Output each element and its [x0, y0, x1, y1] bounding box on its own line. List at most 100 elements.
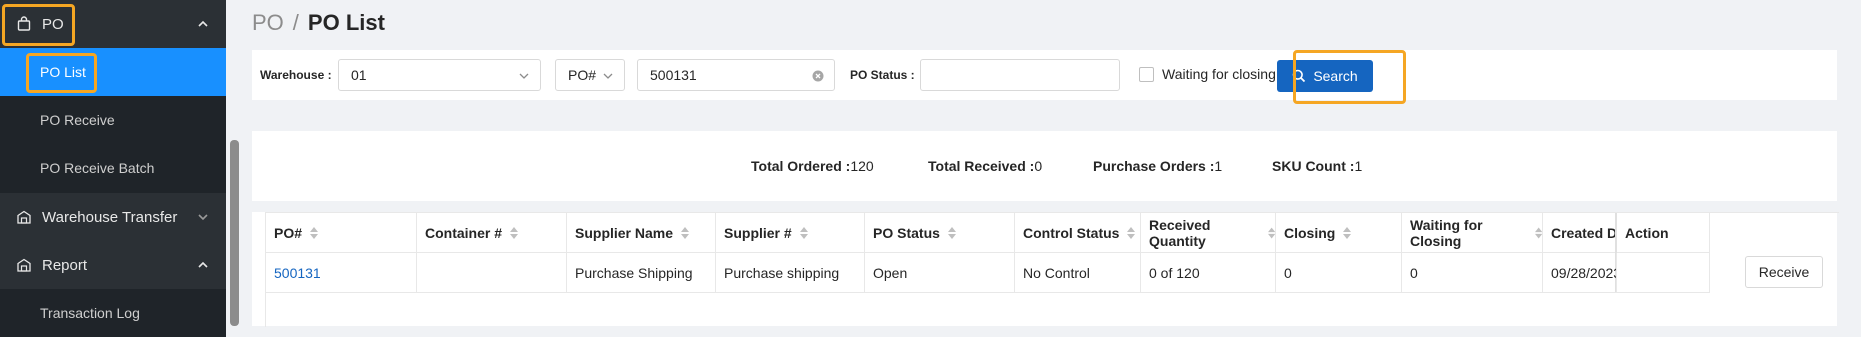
column-label: Supplier Name [575, 224, 674, 241]
column-header-po-number[interactable]: PO# [266, 213, 417, 253]
filter-bar: Warehouse : 01 PO# 500131 PO Status : Wa… [252, 50, 1837, 100]
waiting-for-closing-checkbox[interactable] [1139, 67, 1154, 82]
column-header-control-status[interactable]: Control Status [1015, 213, 1141, 253]
sort-icon[interactable] [681, 226, 690, 239]
sidebar-group-warehouse-transfer[interactable]: Warehouse Transfer [0, 193, 226, 241]
sidebar-item-label: PO Receive [40, 112, 115, 128]
purchase-orders-value: 1 [1214, 158, 1223, 174]
sort-icon[interactable] [1127, 226, 1136, 239]
warehouse-label: Warehouse : [260, 68, 332, 82]
sidebar: PO PO List PO Receive PO Receive Batch W… [0, 0, 226, 337]
column-label: Container # [425, 224, 503, 241]
warehouse-select[interactable]: 01 [338, 59, 541, 91]
breadcrumb-separator: / [292, 10, 299, 35]
column-header-closing[interactable]: Closing [1276, 213, 1402, 253]
po-type-select[interactable]: PO# [555, 59, 625, 91]
po-type-value: PO# [568, 67, 597, 83]
cell-supplier-name: Purchase Shipping [567, 253, 716, 293]
column-header-waiting-for-closing[interactable]: Waiting for Closing [1402, 213, 1543, 253]
po-number-value: 500131 [650, 67, 697, 83]
po-number-link[interactable]: 500131 [274, 265, 321, 281]
summary-panel: Total Ordered :120 Total Received :0 Pur… [252, 131, 1837, 201]
chevron-up-icon[interactable] [196, 258, 210, 272]
sort-icon[interactable] [310, 226, 319, 239]
column-header-po-status[interactable]: PO Status [865, 213, 1015, 253]
po-number-input[interactable]: 500131 [637, 59, 835, 91]
cell-created-date: 09/28/2023 [1543, 253, 1617, 293]
total-ordered-label: Total Ordered : [751, 158, 851, 174]
sku-count-value: 1 [1354, 158, 1363, 174]
sort-icon[interactable] [799, 226, 808, 239]
cell-closing: 0 [1276, 253, 1402, 293]
chevron-up-icon[interactable] [196, 17, 210, 31]
column-label: Received Quantity [1149, 216, 1211, 249]
clear-icon[interactable] [812, 70, 824, 82]
column-header-supplier-number[interactable]: Supplier # [716, 213, 865, 253]
sidebar-item-po-receive-batch[interactable]: PO Receive Batch [0, 144, 226, 192]
highlight-search-button [1293, 50, 1406, 104]
column-label: Closing [1284, 224, 1336, 241]
column-header-supplier-name[interactable]: Supplier Name [567, 213, 716, 253]
waiting-for-closing-label[interactable]: Waiting for closing [1162, 66, 1276, 82]
cell-text: Purchase Shipping [575, 264, 693, 281]
po-status-input[interactable] [920, 59, 1120, 91]
cell-text: 0 [1284, 264, 1292, 281]
sort-icon[interactable] [1534, 227, 1542, 239]
sidebar-item-label: PO Receive Batch [40, 160, 155, 176]
sku-count-label: SKU Count : [1272, 158, 1355, 174]
cell-po-number[interactable]: 500131 [266, 253, 417, 293]
sidebar-item-transaction-log[interactable]: Transaction Log [0, 289, 226, 337]
highlight-po-group [2, 4, 75, 46]
po-table: PO# Container # Supplier Name Supplier #… [252, 212, 1839, 327]
po-table-grid: PO# Container # Supplier Name Supplier #… [265, 212, 1839, 327]
cell-action [1617, 253, 1710, 293]
total-received-value: 0 [1034, 158, 1043, 174]
column-label: Action [1625, 224, 1669, 241]
cell-po-status: Open [865, 253, 1015, 293]
column-label: Supplier # [724, 224, 792, 241]
column-header-received-quantity[interactable]: Received Quantity [1141, 213, 1276, 253]
sidebar-item-po-receive[interactable]: PO Receive [0, 96, 226, 144]
sort-icon[interactable] [947, 226, 956, 239]
total-ordered-value: 120 [850, 158, 874, 174]
sidebar-group-report-label: Report [42, 256, 88, 274]
sort-icon[interactable] [510, 226, 519, 239]
purchase-orders-count: Purchase Orders :1 [1093, 158, 1222, 174]
cell-received-quantity: 0 of 120 [1141, 253, 1276, 293]
sidebar-group-report[interactable]: Report [0, 241, 226, 289]
sort-icon[interactable] [1343, 226, 1352, 239]
column-label: PO Status [873, 224, 940, 241]
chevron-down-icon [603, 73, 613, 79]
cell-text: 0 of 120 [1149, 264, 1200, 281]
total-ordered: Total Ordered :120 [751, 158, 874, 174]
sidebar-group-warehouse-transfer-label: Warehouse Transfer [42, 208, 178, 226]
cell-control-status: No Control [1015, 253, 1141, 293]
cell-text: Open [873, 264, 908, 281]
cell-waiting-for-closing: 0 [1402, 253, 1543, 293]
purchase-orders-label: Purchase Orders : [1093, 158, 1215, 174]
total-received-label: Total Received : [928, 158, 1035, 174]
warehouse-icon [17, 210, 31, 224]
column-header-container[interactable]: Container # [417, 213, 567, 253]
cell-text: 0 [1410, 264, 1418, 281]
page-title: PO List [307, 10, 385, 35]
column-header-created-date[interactable]: Created Dat [1543, 213, 1617, 253]
warehouse-icon [17, 258, 31, 272]
highlight-po-list [26, 53, 97, 93]
breadcrumb: PO / PO List [252, 10, 385, 36]
total-received: Total Received :0 [928, 158, 1042, 174]
chevron-down-icon[interactable] [196, 210, 210, 224]
sku-count: SKU Count :1 [1272, 158, 1362, 174]
column-header-action: Action [1617, 213, 1710, 253]
receive-button-label: Receive [1758, 264, 1810, 280]
cell-text: 09/28/2023 [1551, 264, 1617, 281]
chevron-down-icon [519, 73, 529, 79]
cell-text: No Control [1023, 264, 1090, 281]
warehouse-value: 01 [351, 67, 367, 83]
column-label: Waiting for Closing [1410, 216, 1483, 249]
sidebar-scrollbar[interactable] [230, 140, 239, 326]
receive-button[interactable]: Receive [1745, 256, 1823, 288]
sort-icon[interactable] [1267, 227, 1275, 239]
breadcrumb-parent[interactable]: PO [252, 10, 284, 35]
cell-text: Purchase shipping [724, 264, 840, 281]
